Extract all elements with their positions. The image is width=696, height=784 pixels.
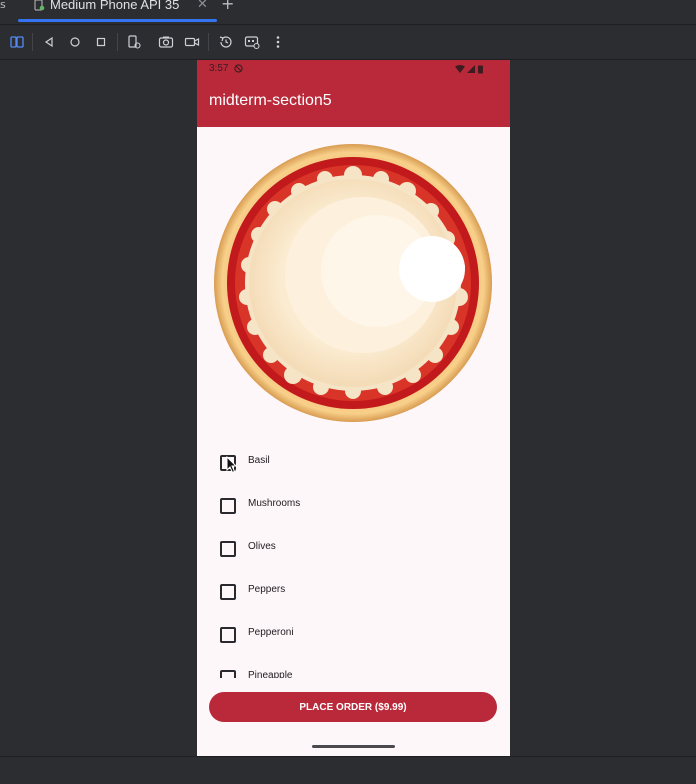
extended-controls-icon[interactable] <box>244 34 260 50</box>
topping-label: Mushrooms <box>248 498 301 509</box>
rotate-device-icon[interactable] <box>126 34 142 50</box>
signal-icon <box>467 65 475 73</box>
place-order-button[interactable]: PLACE ORDER ($9.99) <box>209 692 497 722</box>
topping-label: Pepperoni <box>248 627 294 638</box>
pepperoni-checkbox[interactable] <box>220 627 236 643</box>
tab-label: Medium Phone API 35 <box>50 0 180 12</box>
phone-screen: 3:57 midterm-section5 Basil Mushrooms Ol… <box>197 60 510 756</box>
screen-record-icon[interactable] <box>184 34 200 50</box>
topping-pineapple[interactable]: Pineapple <box>197 655 510 678</box>
gesture-nav-handle[interactable] <box>312 745 395 748</box>
toolbar-separator <box>117 33 118 51</box>
pizza-image <box>214 144 492 422</box>
app-title: midterm-section5 <box>209 92 332 109</box>
screenshot-icon[interactable] <box>158 34 174 50</box>
ide-status-bar <box>0 756 696 784</box>
topping-mushrooms[interactable]: Mushrooms <box>197 483 510 526</box>
battery-icon <box>478 65 483 74</box>
close-icon[interactable]: ✕ <box>197 0 208 12</box>
topping-peppers[interactable]: Peppers <box>197 569 510 612</box>
previous-tab-edge[interactable]: s <box>0 0 6 10</box>
status-time: 3:57 <box>209 63 229 74</box>
more-icon[interactable] <box>270 34 286 50</box>
toppings-list: Basil Mushrooms Olives Peppers Pepperoni… <box>197 440 510 678</box>
olives-checkbox[interactable] <box>220 541 236 557</box>
device-frame-icon[interactable] <box>9 34 25 50</box>
wifi-icon <box>455 64 465 73</box>
overview-icon[interactable] <box>93 34 109 50</box>
back-icon[interactable] <box>41 34 57 50</box>
topping-label: Pineapple <box>248 670 293 678</box>
home-icon[interactable] <box>67 34 83 50</box>
tab-medium-phone[interactable]: Medium Phone API 35 ✕ <box>18 0 217 24</box>
topping-label: Basil <box>248 455 270 466</box>
emulator-toolbar <box>0 25 696 60</box>
do-not-disturb-icon <box>234 64 243 73</box>
toolbar-separator <box>208 33 209 51</box>
add-tab-icon[interactable]: + <box>221 0 237 12</box>
snapshot-icon[interactable] <box>218 34 234 50</box>
mushrooms-checkbox[interactable] <box>220 498 236 514</box>
active-tab-indicator <box>18 19 217 22</box>
peppers-checkbox[interactable] <box>220 584 236 600</box>
mouse-cursor-icon <box>226 456 238 474</box>
editor-tab-bar: s Medium Phone API 35 ✕ + <box>0 0 696 25</box>
topping-basil[interactable]: Basil <box>197 440 510 483</box>
topping-olives[interactable]: Olives <box>197 526 510 569</box>
topping-label: Olives <box>248 541 276 552</box>
topping-label: Peppers <box>248 584 286 595</box>
pineapple-checkbox[interactable] <box>220 670 236 678</box>
topping-pepperoni[interactable]: Pepperoni <box>197 612 510 655</box>
status-bar: 3:57 <box>197 60 510 78</box>
device-icon <box>34 0 45 11</box>
app-bar: midterm-section5 <box>197 78 510 127</box>
system-status-icons <box>455 64 483 74</box>
toolbar-separator <box>32 33 33 51</box>
